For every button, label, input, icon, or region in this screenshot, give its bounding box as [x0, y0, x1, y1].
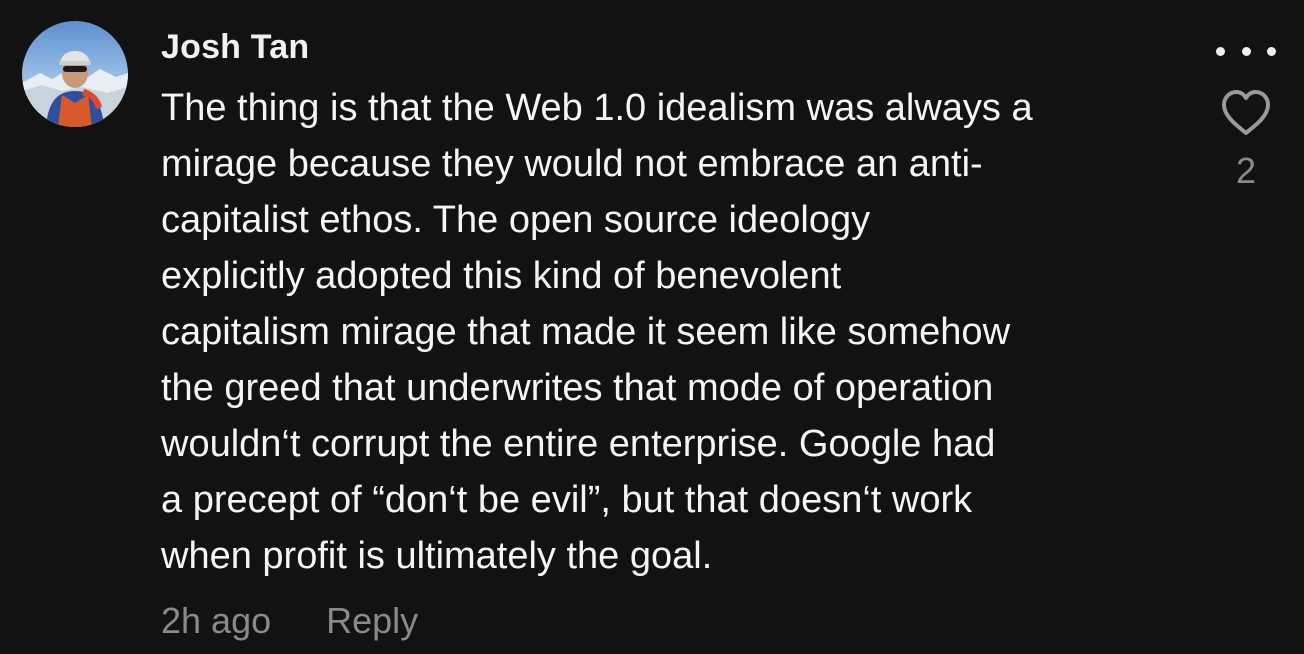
comment-author[interactable]: Josh Tan [161, 28, 309, 67]
comment-body-line: mirage because they would not embrace an… [161, 143, 983, 185]
comment: Josh Tan The thing is that the Web 1.0 i… [0, 0, 1304, 654]
comment-meta: 2h ago Reply [161, 600, 418, 642]
like-button[interactable] [1218, 88, 1274, 138]
comment-body-line: capitalist ethos. The open source ideolo… [161, 199, 871, 241]
heart-outline-icon [1222, 90, 1270, 135]
more-options-button[interactable] [1216, 38, 1276, 64]
like-count: 2 [1235, 150, 1257, 191]
comment-body-line: the greed that underwrites that mode of … [161, 367, 994, 409]
comment-body-line: capitalism mirage that made it seem like… [161, 311, 1011, 353]
comment-timestamp: 2h ago [161, 600, 272, 641]
comment-body-line: wouldn‘t corrupt the entire enterprise. … [161, 423, 996, 465]
comment-body-line: a precept of “don‘t be evil”, but that d… [161, 479, 973, 521]
more-horizontal-icon [1267, 46, 1276, 56]
avatar-image [22, 21, 128, 127]
reply-button[interactable]: Reply [326, 600, 418, 642]
more-horizontal-icon [1216, 46, 1225, 56]
comment-body: The thing is that the Web 1.0 idealism w… [161, 80, 1171, 584]
avatar[interactable] [22, 21, 128, 127]
more-horizontal-icon [1241, 46, 1251, 56]
comment-body-line: explicitly adopted this kind of benevole… [161, 255, 842, 297]
comment-body-line: when profit is ultimately the goal. [161, 535, 713, 577]
comment-body-line: The thing is that the Web 1.0 idealism w… [161, 87, 1033, 129]
